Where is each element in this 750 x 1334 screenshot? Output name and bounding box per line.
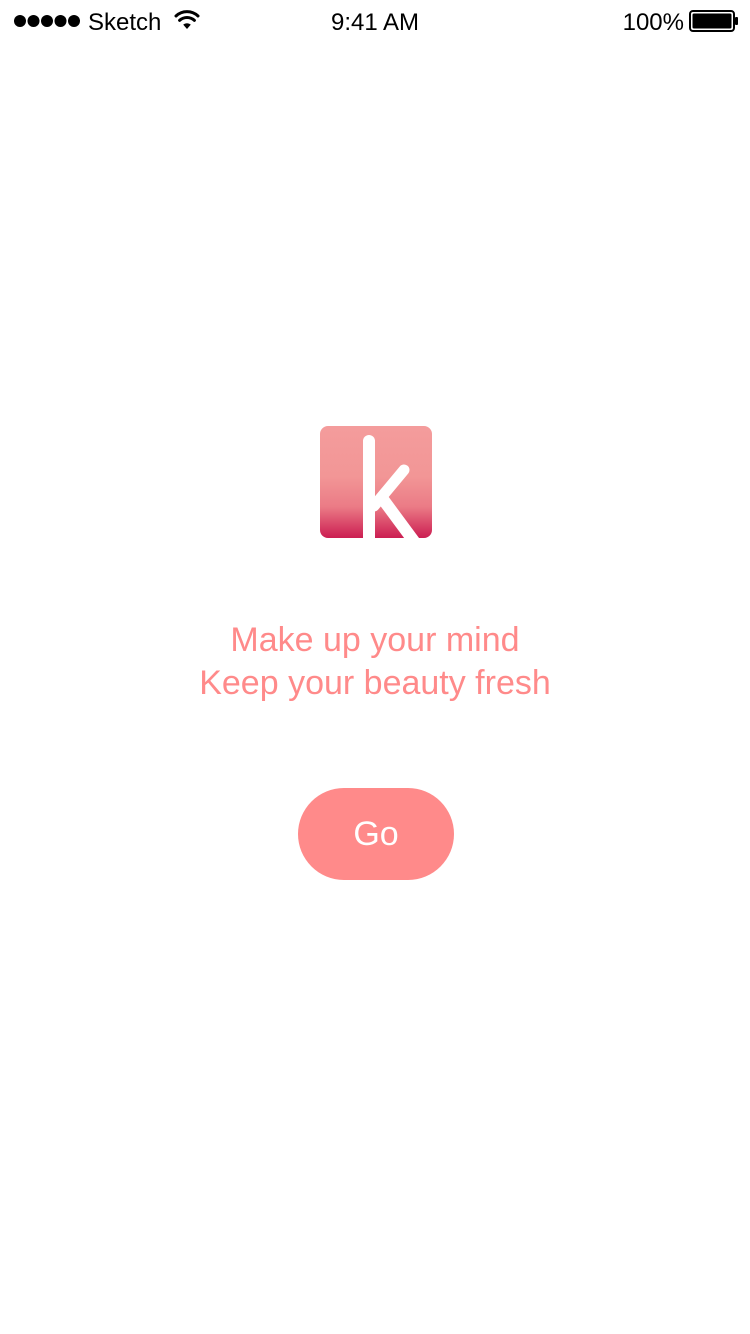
battery-icon [689, 10, 738, 32]
tagline: Make up your mind Keep your beauty fresh [0, 619, 750, 705]
app-logo-icon [320, 426, 432, 538]
status-bar: Sketch 9:41 AM 100% [0, 0, 750, 44]
go-button[interactable]: Go [298, 788, 454, 880]
app-logo [320, 426, 432, 538]
tagline-line-1: Make up your mind [230, 621, 520, 659]
battery-percent: 100% [622, 9, 684, 36]
tagline-line-2: Keep your beauty fresh [199, 664, 551, 702]
